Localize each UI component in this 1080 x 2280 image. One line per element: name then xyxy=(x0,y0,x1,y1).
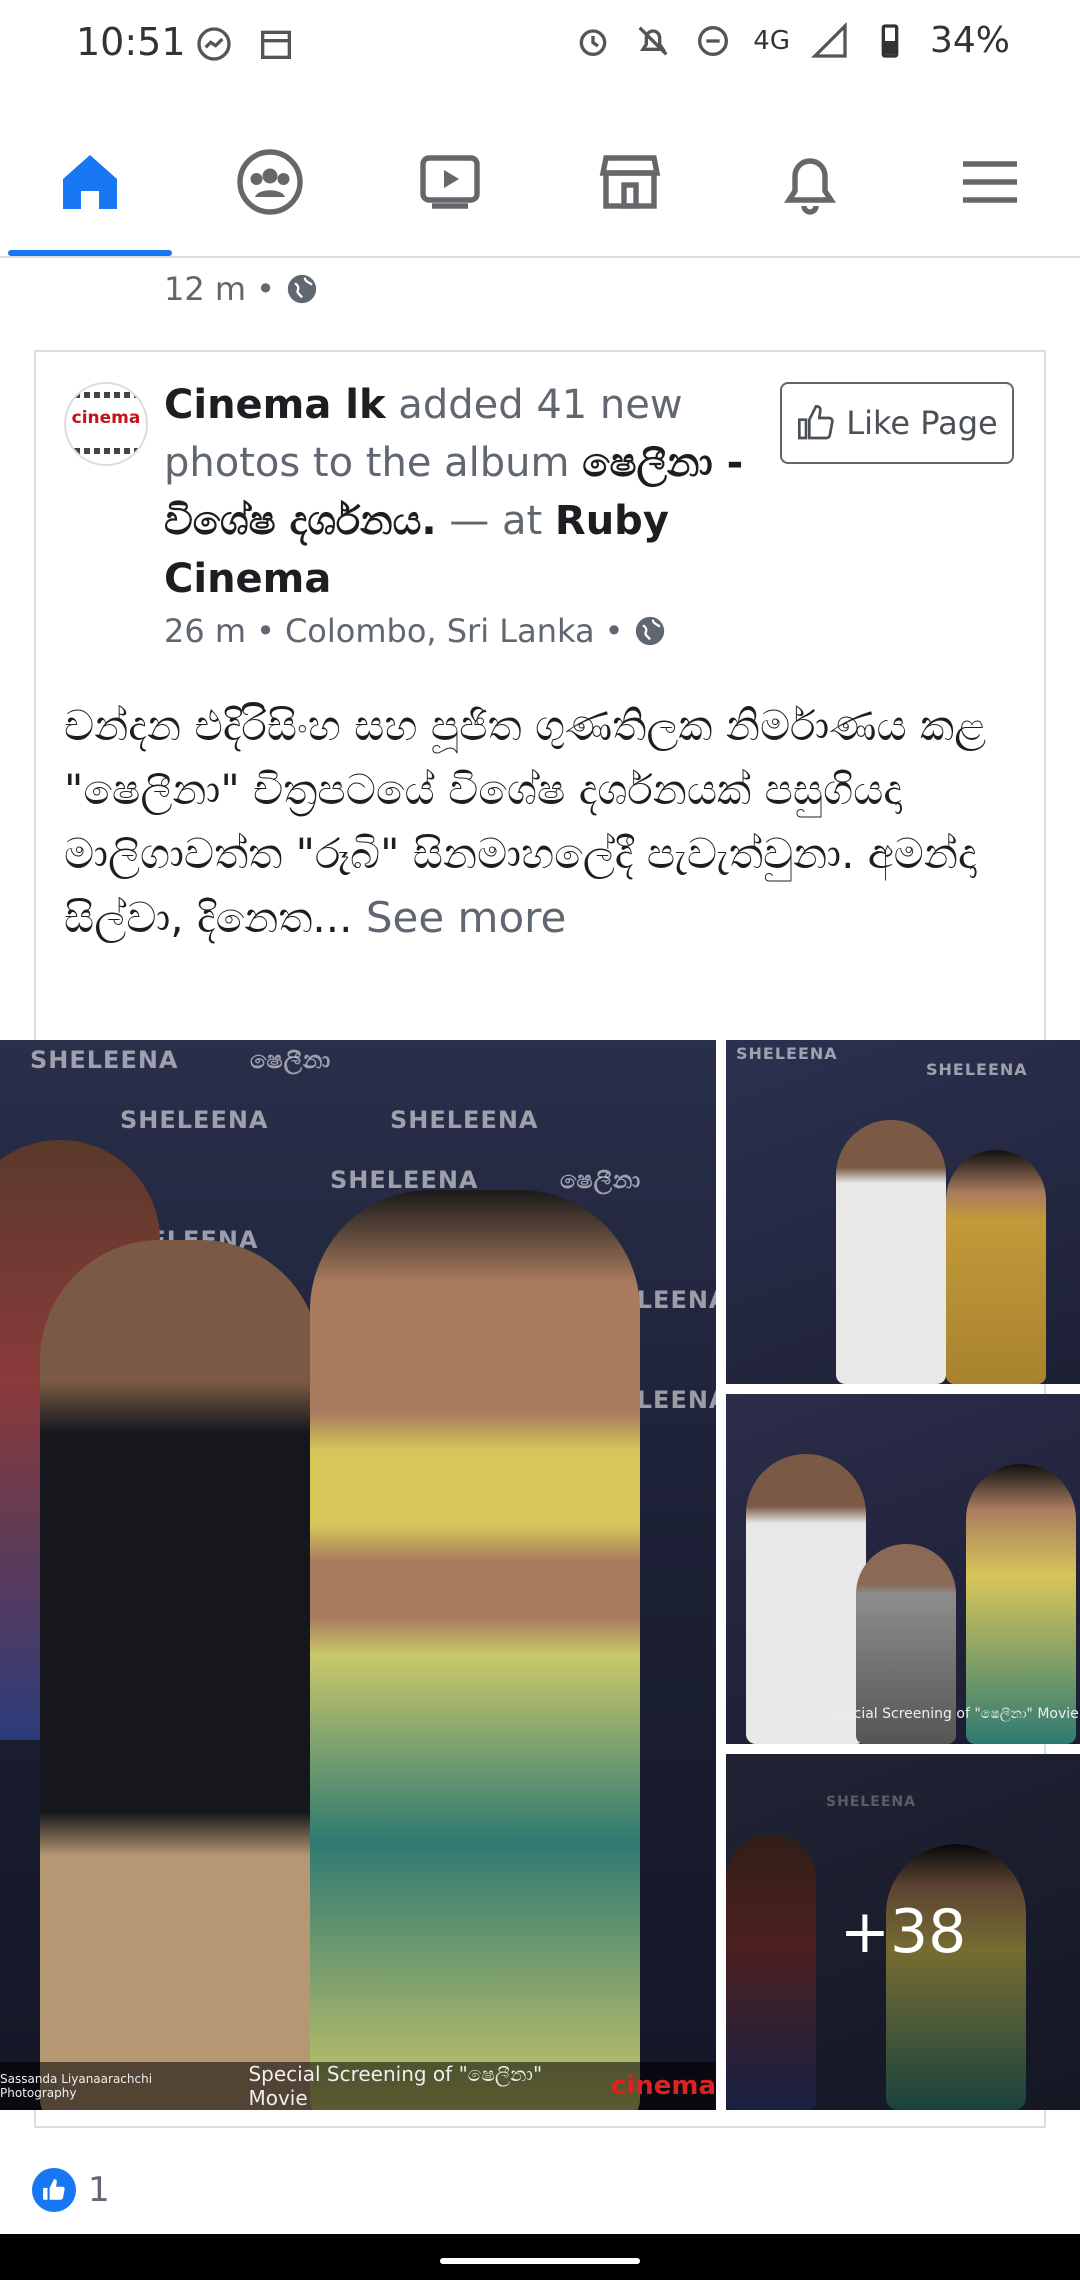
backdrop-text-si: ෂෙලීනා xyxy=(560,1166,642,1194)
groups-icon xyxy=(237,149,303,215)
signal-icon xyxy=(810,21,847,58)
alarm-icon xyxy=(579,28,607,56)
backdrop-text: SHELEENA xyxy=(390,1106,539,1134)
at-text: — at xyxy=(436,498,555,544)
side-photo-caption-text: Special Screening of "ෂෙලීනා" Movie xyxy=(827,1706,1079,1722)
woman-figure xyxy=(946,1150,1046,1384)
marketplace-icon xyxy=(599,155,661,209)
tab-watch[interactable] xyxy=(360,110,540,254)
backdrop-text: SHELEENA xyxy=(926,1060,1028,1079)
tab-marketplace[interactable] xyxy=(540,110,720,254)
globe-icon xyxy=(287,274,317,304)
tab-menu[interactable] xyxy=(900,110,1080,254)
system-navigation-bar xyxy=(0,2234,1080,2280)
meta-dot: • xyxy=(256,612,275,650)
network-type: 4G xyxy=(753,25,790,56)
status-time: 10:51 xyxy=(76,20,186,64)
top-tab-bar xyxy=(0,110,1080,258)
calendar-icon xyxy=(261,30,291,59)
main-photo-credit: Sassanda Liyanaarachchi Photography xyxy=(0,2072,153,2100)
do-not-disturb-icon xyxy=(698,25,729,56)
like-page-button[interactable]: Like Page xyxy=(780,382,1014,464)
battery-percent: 34% xyxy=(929,20,1010,61)
thumbs-up-icon xyxy=(798,404,834,440)
home-gesture-pill[interactable] xyxy=(440,2258,640,2264)
card-divider xyxy=(34,2126,1046,2128)
tab-groups[interactable] xyxy=(180,110,360,254)
woman-figure xyxy=(310,1190,640,2110)
more-photos-count: +38 xyxy=(839,1897,967,1967)
bell-icon xyxy=(783,158,837,215)
film-strip-top xyxy=(74,392,138,398)
album-photo-main[interactable]: SHELEENA ෂෙලීනා SHELEENA SHELEENA SHELEE… xyxy=(0,1040,716,2110)
status-bar: 10:51 4G 34% xyxy=(0,0,1080,90)
man-figure xyxy=(836,1120,946,1384)
backdrop-text-si: ෂෙලීනා xyxy=(250,1046,332,1074)
backdrop-text: SHELEENA xyxy=(736,1044,838,1063)
side-photo-caption: Special Screening of "ෂෙලීනා" Movie xyxy=(726,1698,1080,1730)
meta-dot: • xyxy=(604,612,624,650)
thumbs-up-icon xyxy=(43,2179,65,2200)
album-photo-3[interactable]: Special Screening of "ෂෙලීනා" Movie xyxy=(726,1394,1080,1744)
tab-notifications[interactable] xyxy=(720,110,900,254)
hamburger-icon xyxy=(963,161,1017,203)
meta-dot: • xyxy=(256,270,275,308)
main-photo-caption: Sassanda Liyanaarachchi Photography Spec… xyxy=(0,2062,716,2110)
like-reaction-icon xyxy=(32,2168,76,2212)
globe-icon xyxy=(636,616,665,646)
post-location[interactable]: Colombo, Sri Lanka xyxy=(285,612,595,650)
notifications-off-icon xyxy=(638,25,668,56)
reaction-summary[interactable]: 1 xyxy=(32,2168,110,2212)
home-icon xyxy=(63,155,117,209)
album-photo-2[interactable]: SHELEENA SHELEENA xyxy=(726,1040,1080,1384)
main-photo-caption-text: Special Screening of "ෂෙලීනා" Movie xyxy=(248,2062,543,2110)
avatar-logo: cinema xyxy=(71,408,141,428)
backdrop-text: SHELEENA xyxy=(120,1106,269,1134)
messenger-icon xyxy=(197,27,231,61)
backdrop-text: SHELEENA xyxy=(30,1046,179,1074)
like-page-label: Like Page xyxy=(846,404,998,442)
post-body: චන්දන එදිරිසිංහ සහ පූජිත ගුණතිලක නිර්මාණ… xyxy=(64,694,1004,950)
post-header: Cinema lk added 41 new photos to the alb… xyxy=(164,376,744,608)
post-time: 26 m xyxy=(164,612,247,650)
page-name-link[interactable]: Cinema lk xyxy=(164,382,386,428)
post-meta: 26 m • Colombo, Sri Lanka • xyxy=(164,612,667,650)
previous-post-meta: 12 m • xyxy=(164,270,319,308)
film-strip-bottom xyxy=(74,448,138,454)
reaction-count: 1 xyxy=(88,2170,110,2210)
man-figure xyxy=(40,1240,320,2110)
main-photo-logo: cinema xyxy=(610,2071,716,2101)
page-avatar[interactable]: cinema xyxy=(64,382,148,466)
previous-post-time: 12 m xyxy=(164,270,247,308)
see-more-link[interactable]: See more xyxy=(352,893,567,942)
video-icon xyxy=(420,155,480,209)
battery-icon xyxy=(881,23,899,58)
more-photos-overlay[interactable]: +38 xyxy=(726,1754,1080,2110)
tab-home[interactable] xyxy=(0,110,180,256)
